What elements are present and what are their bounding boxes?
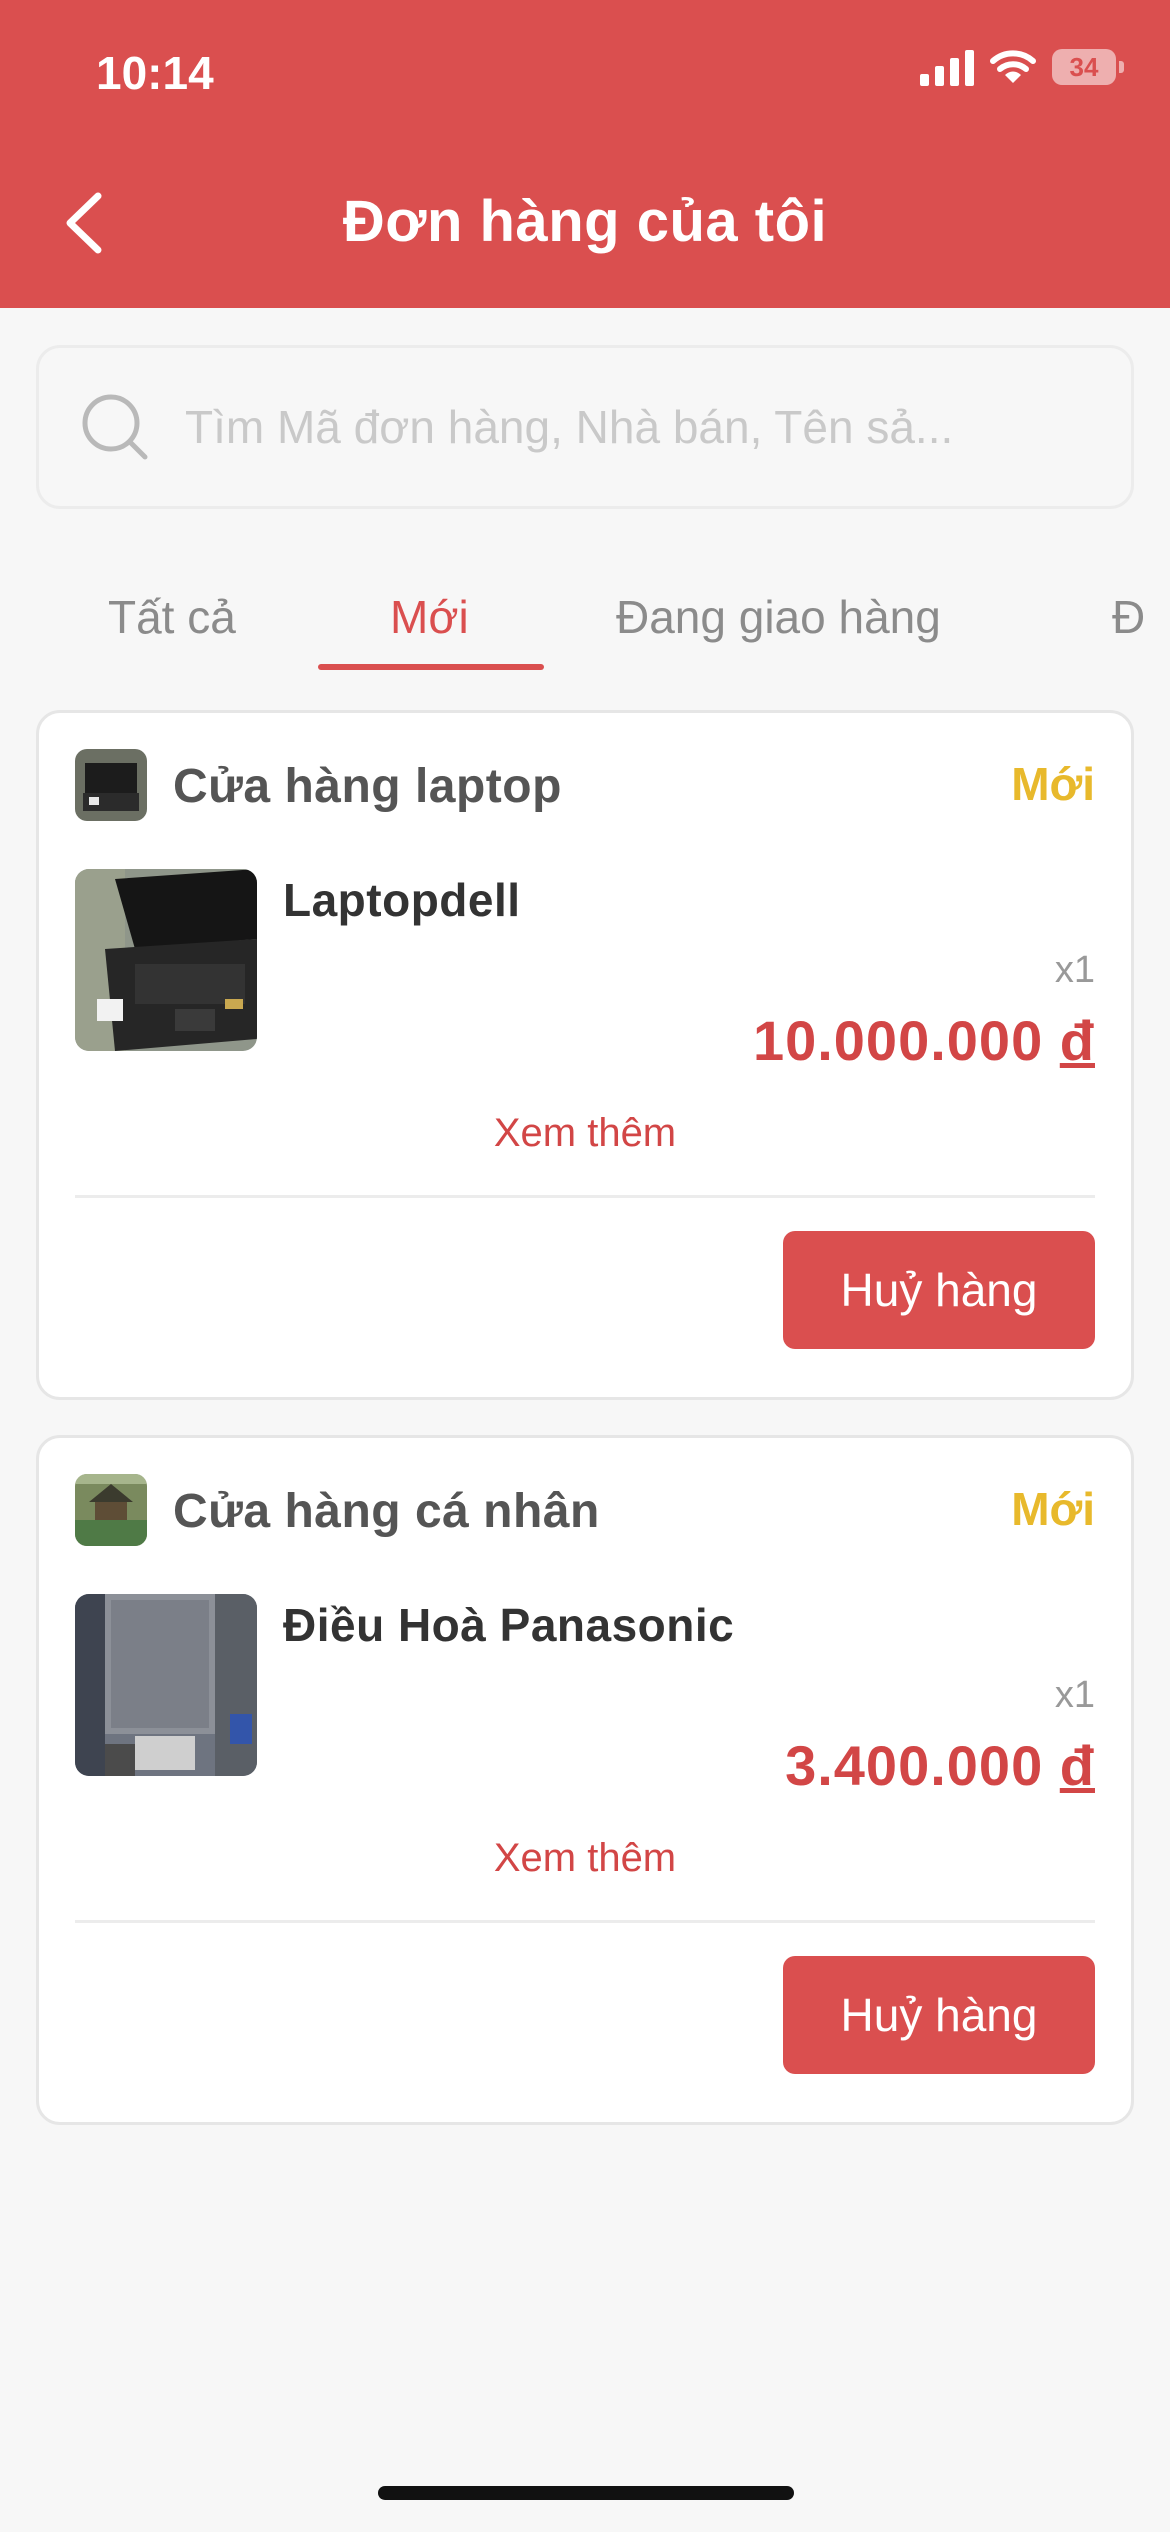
tab-shipping[interactable]: Đang giao hàng bbox=[616, 590, 941, 644]
price-amount: 3.400.000 bbox=[785, 1734, 1044, 1797]
shop-avatar bbox=[75, 749, 147, 821]
divider bbox=[75, 1195, 1095, 1198]
product-name: Điều Hoà Panasonic bbox=[283, 1599, 735, 1651]
divider bbox=[75, 1920, 1095, 1923]
page-title: Đơn hàng của tôi bbox=[342, 189, 828, 254]
quantity: x1 bbox=[1054, 949, 1095, 991]
quantity: x1 bbox=[1054, 1674, 1095, 1716]
home-indicator[interactable] bbox=[378, 2486, 794, 2500]
cancel-order-button[interactable]: Huỷ hàng bbox=[783, 1231, 1095, 1349]
price: 10.000.000 đ bbox=[753, 1008, 1095, 1073]
currency-symbol: đ bbox=[1059, 1734, 1095, 1797]
active-tab-indicator bbox=[318, 664, 544, 670]
price-amount: 10.000.000 bbox=[752, 1009, 1044, 1072]
shop-avatar bbox=[75, 1474, 147, 1546]
tab-all[interactable]: Tất cả bbox=[108, 590, 236, 644]
see-more-link[interactable]: Xem thêm bbox=[39, 1836, 1131, 1881]
order-card: Cửa hàng laptop Mới Laptopdell x1 10.000… bbox=[36, 710, 1134, 1400]
search-input[interactable]: Tìm Mã đơn hàng, Nhà bán, Tên sả... bbox=[185, 400, 953, 454]
status-badge: Mới bbox=[1011, 758, 1095, 810]
order-card: Cửa hàng cá nhân Mới Điều Hoà Panasonic … bbox=[36, 1435, 1134, 2125]
app-header: 10:14 34 Đơn hàng của tôi bbox=[0, 0, 1170, 308]
battery-icon: 34 bbox=[1052, 49, 1124, 85]
status-time: 10:14 bbox=[96, 47, 214, 99]
search-bar[interactable]: Tìm Mã đơn hàng, Nhà bán, Tên sả... bbox=[36, 345, 1134, 509]
shop-name: Cửa hàng cá nhân bbox=[173, 1485, 600, 1538]
status-badge: Mới bbox=[1011, 1483, 1095, 1535]
order-tabs: Tất cả Mới Đang giao hàng Đ bbox=[0, 560, 1170, 680]
shop-name: Cửa hàng laptop bbox=[173, 760, 562, 813]
cellular-signal-icon bbox=[920, 48, 974, 86]
product-image bbox=[75, 1594, 257, 1776]
status-icons: 34 bbox=[920, 48, 1124, 86]
tab-new[interactable]: Mới bbox=[390, 590, 469, 644]
product-name: Laptopdell bbox=[283, 874, 521, 926]
product-image bbox=[75, 869, 257, 1051]
tab-next[interactable]: Đ bbox=[1112, 590, 1145, 644]
see-more-link[interactable]: Xem thêm bbox=[39, 1111, 1131, 1156]
search-icon bbox=[82, 394, 148, 460]
price: 3.400.000 đ bbox=[785, 1733, 1095, 1798]
wifi-icon bbox=[990, 50, 1036, 83]
cancel-order-button[interactable]: Huỷ hàng bbox=[783, 1956, 1095, 2074]
currency-symbol: đ bbox=[1059, 1009, 1095, 1072]
